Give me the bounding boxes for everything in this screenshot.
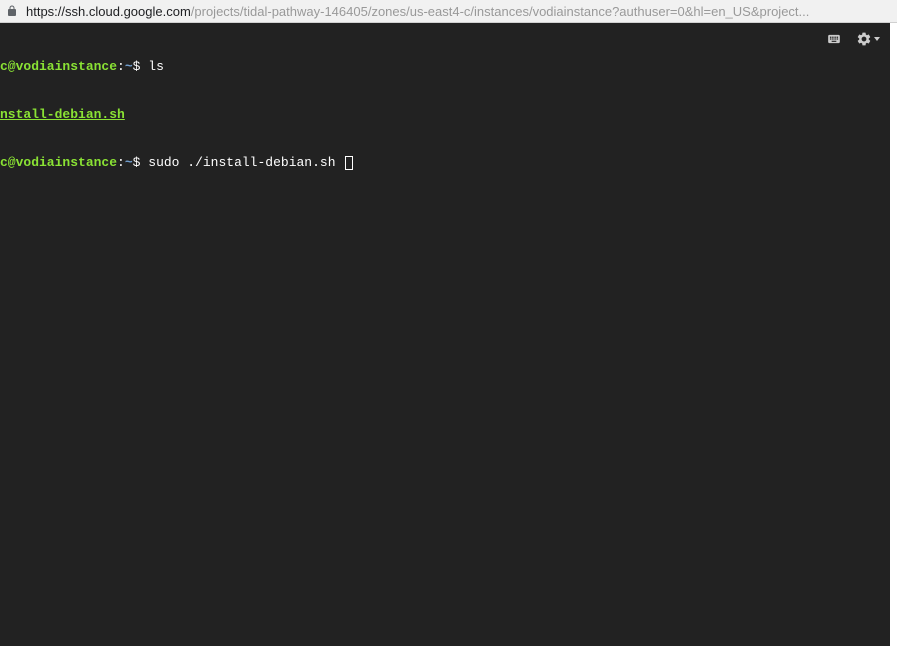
terminal-container[interactable]: c@vodiainstance:~$ ls nstall-debian.sh c… (0, 23, 890, 646)
terminal-line-3: c@vodiainstance:~$ sudo ./install-debian… (0, 155, 890, 171)
prompt-colon: : (117, 59, 125, 74)
prompt-user: c@vodiainstance (0, 155, 117, 170)
lock-icon (6, 5, 18, 17)
prompt-path: ~ (125, 59, 133, 74)
prompt-colon: : (117, 155, 125, 170)
prompt-dollar: $ (133, 155, 149, 170)
command-text: ls (148, 59, 164, 74)
url-path: /projects/tidal-pathway-146405/zones/us-… (191, 4, 810, 19)
terminal-cursor (345, 156, 353, 170)
terminal[interactable]: c@vodiainstance:~$ ls nstall-debian.sh c… (0, 23, 890, 207)
chevron-down-icon (874, 37, 880, 41)
file-listing: nstall-debian.sh (0, 107, 125, 122)
keyboard-icon[interactable] (824, 32, 844, 46)
prompt-user: c@vodiainstance (0, 59, 117, 74)
terminal-line-2: nstall-debian.sh (0, 107, 890, 123)
address-bar[interactable]: https://ssh.cloud.google.com/projects/ti… (0, 0, 897, 23)
settings-menu[interactable] (856, 31, 880, 47)
command-text: sudo ./install-debian.sh (148, 155, 343, 170)
url-text: https://ssh.cloud.google.com/projects/ti… (26, 4, 891, 19)
prompt-dollar: $ (133, 59, 149, 74)
terminal-toolbar (824, 31, 880, 47)
terminal-line-1: c@vodiainstance:~$ ls (0, 59, 890, 75)
url-host: ssh.cloud.google.com (65, 4, 191, 19)
gear-icon (856, 31, 872, 47)
url-protocol: https:// (26, 4, 65, 19)
prompt-path: ~ (125, 155, 133, 170)
